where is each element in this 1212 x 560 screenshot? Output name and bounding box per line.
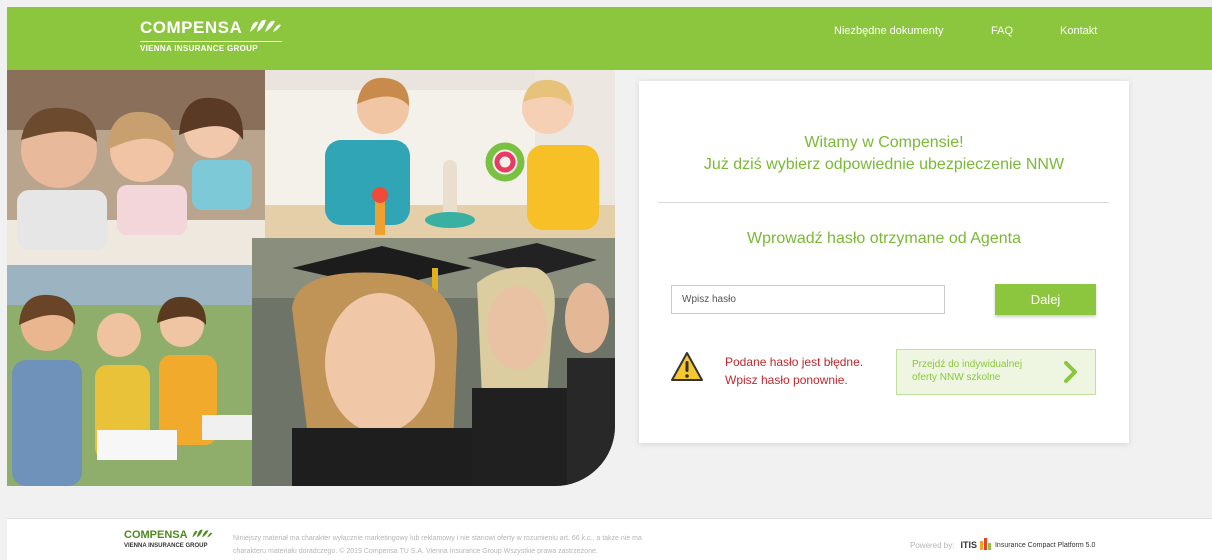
next-button[interactable]: Dalej bbox=[995, 284, 1096, 315]
powered-by-label: Powered by: bbox=[910, 540, 955, 550]
legal-disclaimer: Niniejszy materiał ma charakter wyłączni… bbox=[233, 532, 753, 558]
login-card: Witamy w Compensie! Już dziś wybierz odp… bbox=[639, 81, 1129, 443]
divider bbox=[658, 202, 1109, 203]
logo-subtitle: VIENNA INSURANCE GROUP bbox=[140, 41, 283, 53]
welcome-line-1: Witamy w Compensie! bbox=[804, 134, 964, 151]
itis-label: ITIS bbox=[960, 540, 977, 550]
offer-button-label: Przejdź do indywidualnej oferty NNW szko… bbox=[912, 359, 1023, 383]
footer: COMPENSA VIENNA INSURANCE GROUP Niniejsz… bbox=[7, 518, 1212, 560]
disclaimer-line-2: charakteru materiału doradczego. © 2019 … bbox=[233, 548, 598, 555]
children-classroom-photo bbox=[7, 70, 265, 265]
error-line-2: Wpisz hasło ponownie. bbox=[725, 373, 848, 387]
welcome-line-2: Już dziś wybierz odpowiednie ubezpieczen… bbox=[703, 156, 1065, 173]
powered-by: Powered by: ITIS Insurance Compact Platf… bbox=[910, 538, 1095, 552]
password-prompt: Wprowadź hasło otrzymane od Agenta bbox=[747, 230, 1021, 247]
students-reading-photo bbox=[7, 265, 265, 486]
header-bar: COMPENSA VIENNA INSURANCE GROUP bbox=[7, 7, 1212, 70]
nav-documents-link[interactable]: Niezbędne dokumenty bbox=[834, 25, 943, 37]
error-line-1: Podane hasło jest błędne. bbox=[725, 355, 864, 369]
disclaimer-line-1: Niniejszy materiał ma charakter wyłączni… bbox=[233, 535, 642, 542]
nav-faq-link[interactable]: FAQ bbox=[991, 25, 1013, 37]
nav-contact-link[interactable]: Kontakt bbox=[1060, 25, 1097, 37]
photo-collage bbox=[7, 70, 615, 486]
error-message: Podane hasło jest błędne. Wpisz hasło po… bbox=[725, 353, 863, 389]
footer-logo-subtitle: VIENNA INSURANCE GROUP bbox=[124, 543, 208, 549]
footer-logo-text: COMPENSA bbox=[124, 528, 188, 541]
toddlers-playing-photo bbox=[265, 70, 615, 238]
compensa-logo-icon bbox=[191, 527, 213, 542]
footer-logo: COMPENSA VIENNA INSURANCE GROUP bbox=[124, 527, 213, 549]
individual-offer-button[interactable]: Przejdź do indywidualnej oferty NNW szko… bbox=[896, 349, 1096, 395]
password-input[interactable] bbox=[671, 285, 945, 314]
platform-label: Insurance Compact Platform 5.0 bbox=[994, 541, 1096, 549]
compensa-logo-icon bbox=[248, 16, 282, 39]
graduates-photo bbox=[252, 238, 615, 486]
compensa-logo[interactable]: COMPENSA VIENNA INSURANCE GROUP bbox=[140, 16, 283, 53]
welcome-heading: Witamy w Compensie! Już dziś wybierz odp… bbox=[639, 132, 1129, 176]
itis-logo-icon bbox=[979, 538, 992, 552]
chevron-right-icon bbox=[1063, 360, 1079, 389]
warning-icon bbox=[670, 351, 704, 388]
logo-text: COMPENSA bbox=[140, 17, 243, 37]
